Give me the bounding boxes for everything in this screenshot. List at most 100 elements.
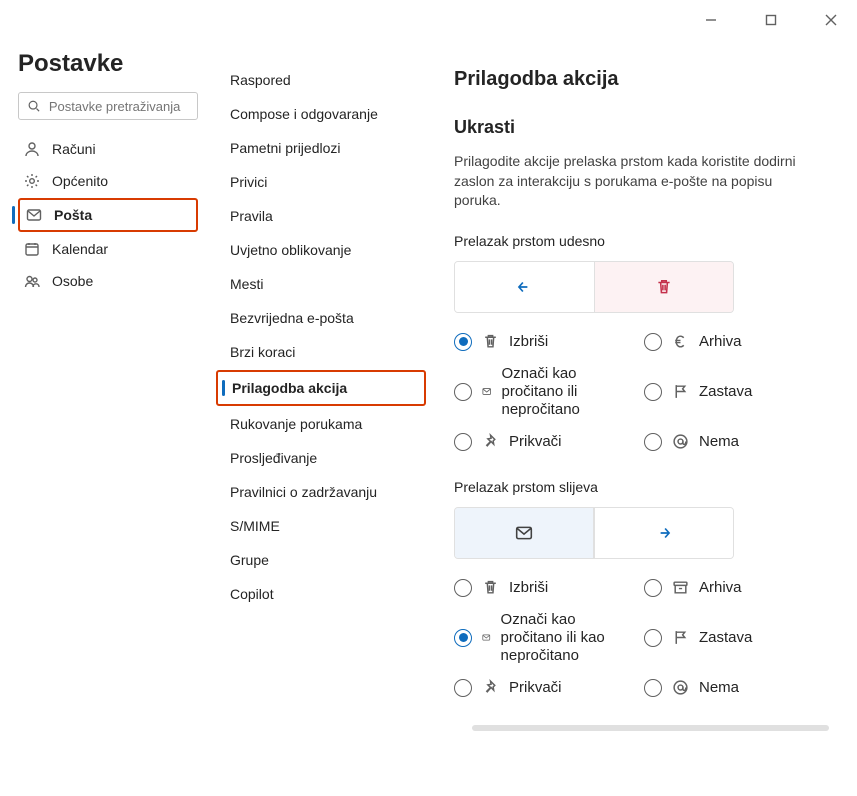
radio-icon (454, 579, 472, 597)
sidebar-item-label: Općenito (52, 173, 108, 189)
people-icon (24, 273, 40, 289)
swipe-option[interactable]: Nema (644, 679, 814, 697)
section-description: Prilagodite akcije prelaska prstom kada … (454, 152, 814, 211)
subnav-item[interactable]: Mesti (216, 268, 426, 300)
swipe-right-label: Prelazak prstom udesno (454, 233, 847, 249)
swipe-option[interactable]: Označi kao pročitano ili kao nepročitano (454, 611, 634, 665)
subnav-item[interactable]: Raspored (216, 64, 426, 96)
swipe-option-label: Označi kao pročitano ili nepročitano (501, 365, 634, 419)
subnav-item[interactable]: Pravila (216, 200, 426, 232)
settings-nav: Računi Općenito Pošta Kalendar Osobe (18, 134, 198, 296)
window-minimize-button[interactable] (693, 6, 729, 34)
window-titlebar (0, 0, 857, 40)
swipe-right-preview-left (455, 262, 594, 312)
sidebar-item-pošta[interactable]: Pošta (18, 198, 198, 232)
mail-icon (515, 524, 533, 542)
flag-icon (672, 383, 689, 400)
swipe-option-label: Arhiva (699, 579, 742, 597)
radio-icon (454, 433, 472, 451)
archive-icon (672, 579, 689, 596)
swipe-option[interactable]: Zastava (644, 611, 814, 665)
search-icon (27, 98, 41, 114)
trash-icon (655, 278, 673, 296)
sidebar-item-osobe[interactable]: Osobe (18, 266, 198, 296)
at-icon (672, 679, 689, 696)
subnav-item[interactable]: Prosljeđivanje (216, 442, 426, 474)
flag-icon (672, 629, 689, 646)
subnav-item[interactable]: Copilot (216, 578, 426, 610)
subnav-item[interactable]: Rukovanje porukama (216, 408, 426, 440)
sidebar-item-label: Osobe (52, 273, 93, 289)
sidebar-item-kalendar[interactable]: Kalendar (18, 234, 198, 264)
swipe-left-preview-right (594, 508, 733, 558)
swipe-right-preview (454, 261, 734, 313)
settings-title: Postavke (18, 50, 198, 78)
subnav-item[interactable]: Grupe (216, 544, 426, 576)
swipe-left-preview-left (455, 508, 594, 558)
subnav-item[interactable]: Pametni prijedlozi (216, 132, 426, 164)
swipe-option-label: Arhiva (699, 333, 742, 351)
window-maximize-button[interactable] (753, 6, 789, 34)
subnav-item[interactable]: Brzi koraci (216, 336, 426, 368)
at-icon (672, 433, 689, 450)
radio-icon (644, 333, 662, 351)
radio-icon (644, 433, 662, 451)
mail-icon (482, 629, 491, 646)
subnav-item[interactable]: Prilagodba akcija (216, 370, 426, 406)
sidebar-item-label: Računi (52, 141, 96, 157)
page-title: Prilagodba akcija (454, 68, 847, 91)
subnav-item[interactable]: Uvjetno oblikovanje (216, 234, 426, 266)
swipe-left-preview (454, 507, 734, 559)
swipe-option[interactable]: Zastava (644, 365, 814, 419)
radio-icon (644, 579, 662, 597)
sidebar-item-općenito[interactable]: Općenito (18, 166, 198, 196)
mail-settings-subnav: RasporedCompose i odgovaranjePametni pri… (216, 64, 426, 610)
sidebar-item-label: Kalendar (52, 241, 108, 257)
settings-search-input[interactable] (49, 99, 189, 114)
radio-icon (454, 383, 472, 401)
swipe-option[interactable]: Prikvači (454, 433, 634, 451)
settings-search-box[interactable] (18, 92, 198, 120)
trash-icon (482, 579, 499, 596)
arrow-left-icon (515, 278, 533, 296)
calendar-icon (24, 241, 40, 257)
swipe-option[interactable]: Arhiva (644, 333, 814, 351)
radio-icon (454, 333, 472, 351)
swipe-option-label: Izbriši (509, 579, 548, 597)
gear-icon (24, 173, 40, 189)
swipe-option-label: Zastava (699, 383, 752, 401)
swipe-option-label: Prikvači (509, 679, 562, 697)
arrow-right-icon (655, 524, 673, 542)
subnav-item[interactable]: S/MIME (216, 510, 426, 542)
swipe-option-label: Zastava (699, 629, 752, 647)
swipe-right-preview-right (594, 262, 734, 312)
swipe-option[interactable]: Prikvači (454, 679, 634, 697)
subnav-item[interactable]: Bezvrijedna e-pošta (216, 302, 426, 334)
swipe-right-options: Izbriši Arhiva Označi kao pročitano ili ne… (454, 333, 847, 451)
swipe-option[interactable]: Izbriši (454, 333, 634, 351)
swipe-option[interactable]: Izbriši (454, 579, 634, 597)
swipe-option[interactable]: Nema (644, 433, 814, 451)
swipe-option[interactable]: Označi kao pročitano ili nepročitano (454, 365, 634, 419)
horizontal-scrollbar[interactable] (472, 725, 829, 731)
swipe-option-label: Nema (699, 433, 739, 451)
mail-icon (482, 383, 491, 400)
window-close-button[interactable] (813, 6, 849, 34)
sidebar-item-label: Pošta (54, 207, 92, 223)
radio-icon (454, 629, 472, 647)
sidebar-item-računi[interactable]: Računi (18, 134, 198, 164)
subnav-item[interactable]: Privici (216, 166, 426, 198)
pin-icon (482, 433, 499, 450)
swipe-left-label: Prelazak prstom slijeva (454, 479, 847, 495)
swipe-option[interactable]: Arhiva (644, 579, 814, 597)
subnav-item[interactable]: Compose i odgovaranje (216, 98, 426, 130)
radio-icon (454, 679, 472, 697)
euro-icon (672, 333, 689, 350)
swipe-option-label: Označi kao pročitano ili kao nepročitano (501, 611, 634, 665)
radio-icon (644, 629, 662, 647)
mail-icon (26, 207, 42, 223)
swipe-option-label: Izbriši (509, 333, 548, 351)
subnav-item[interactable]: Pravilnici o zadržavanju (216, 476, 426, 508)
swipe-option-label: Prikvači (509, 433, 562, 451)
swipe-option-label: Nema (699, 679, 739, 697)
